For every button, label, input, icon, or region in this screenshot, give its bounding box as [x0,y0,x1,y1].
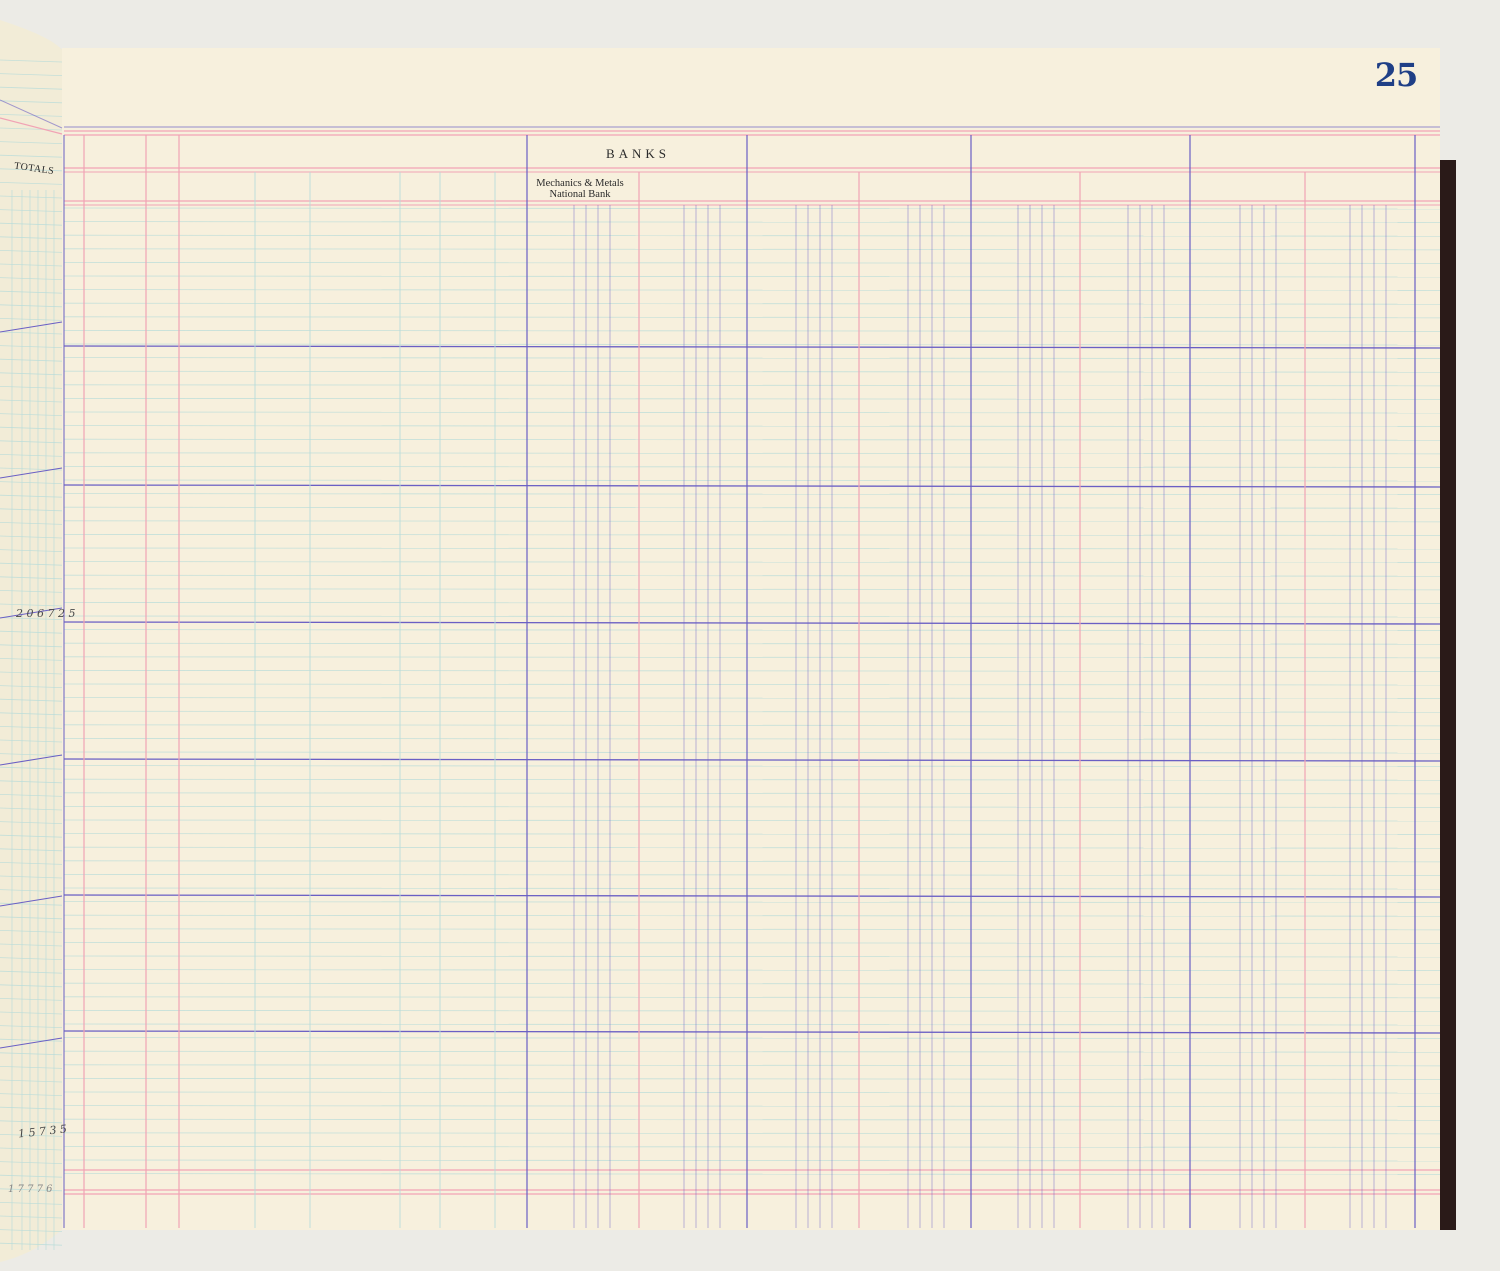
bank-column-header: Mechanics & Metals National Bank [528,178,632,200]
page-number: 25 [1374,56,1419,94]
left-entry: 2 0 6 7 2 5 [16,607,76,620]
bank-name-line: National Bank [549,189,611,200]
ledger-spread: TOTALS 2 0 6 7 2 5 1 5 7 3 5 1 7 7 7 6 2… [0,0,1500,1271]
banks-group-header: BANKS [605,146,671,161]
right-page [62,48,1440,1230]
left-page [0,20,64,1262]
bank-name-line: Mechanics & Metals [536,178,624,189]
ledger-ruling [0,20,1456,1262]
left-entry: 1 7 7 7 6 [8,1184,53,1195]
